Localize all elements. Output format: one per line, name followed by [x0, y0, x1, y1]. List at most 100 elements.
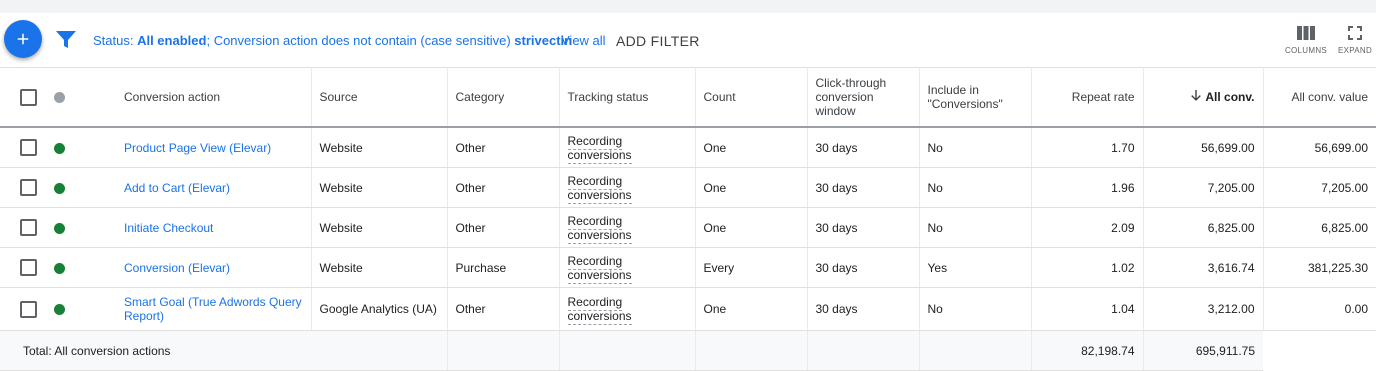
conversion-action-cell: Initiate Checkout: [116, 207, 312, 248]
all-conv-cell: 56,699.00: [1143, 127, 1264, 168]
total-empty-cell: [807, 330, 920, 371]
all-conv-cell: 3,212.00: [1143, 287, 1264, 331]
header-tracking-status[interactable]: Tracking status: [559, 67, 696, 128]
row-select-cell: [0, 207, 46, 248]
header-row: Conversion action Source Category Tracki…: [0, 67, 1376, 128]
tracking-status[interactable]: Recording conversions: [567, 173, 632, 204]
table-row: Add to Cart (Elevar) Website Other Recordin…: [0, 167, 1376, 208]
add-filter-button[interactable]: ADD FILTER: [616, 33, 700, 49]
header-repeat-rate[interactable]: Repeat rate: [1031, 67, 1144, 128]
row-checkbox[interactable]: [20, 219, 37, 236]
include-in-conversions-cell: No: [919, 127, 1032, 168]
row-checkbox[interactable]: [20, 300, 37, 318]
total-empty-cell: [447, 330, 560, 371]
header-all-conv-value[interactable]: All conv. value: [1263, 67, 1376, 128]
repeat-rate-cell: 1.96: [1031, 167, 1144, 208]
tracking-status-cell: Recording conversions: [559, 287, 696, 331]
row-checkbox[interactable]: [20, 179, 37, 196]
all-conv-value-cell: 7,205.00: [1263, 167, 1376, 208]
filter-status-value: All enabled: [137, 33, 207, 48]
source-cell: Website: [311, 247, 448, 288]
conversion-action-cell: Add to Cart (Elevar): [116, 167, 312, 208]
header-conversion-action[interactable]: Conversion action: [116, 67, 312, 128]
status-enabled-dot[interactable]: [54, 222, 65, 234]
add-conversion-button[interactable]: [4, 20, 42, 58]
tracking-status[interactable]: Recording conversions: [567, 133, 632, 164]
header-count[interactable]: Count: [695, 67, 808, 128]
toolbar: Status: All enabled; Conversion action d…: [0, 13, 1376, 67]
total-empty-cell: [559, 330, 696, 371]
click-through-window-cell: 30 days: [807, 247, 920, 288]
conversion-action-link[interactable]: Add to Cart (Elevar): [124, 181, 230, 195]
total-all-conv-value: 695,911.75: [1143, 330, 1263, 371]
conversion-action-link[interactable]: Conversion (Elevar): [124, 261, 230, 275]
tracking-status[interactable]: Recording conversions: [567, 253, 632, 284]
click-through-window-cell: 30 days: [807, 207, 920, 248]
row-status-cell: [46, 167, 116, 208]
header-all-conv-label: All conv.: [1205, 89, 1255, 104]
total-empty-cell: [311, 330, 448, 371]
active-filters[interactable]: Status: All enabled; Conversion action d…: [93, 33, 572, 48]
row-checkbox[interactable]: [20, 139, 37, 156]
all-conv-value-cell: 0.00: [1263, 287, 1376, 331]
status-enabled-dot[interactable]: [54, 262, 65, 274]
tracking-status[interactable]: Recording conversions: [567, 213, 632, 244]
filter-separator: ;: [206, 33, 211, 48]
conversion-action-link[interactable]: Product Page View (Elevar): [124, 141, 271, 155]
include-in-conversions-cell: No: [919, 167, 1032, 208]
header-category[interactable]: Category: [447, 67, 560, 128]
total-empty-cell: [695, 330, 808, 371]
conversion-action-link[interactable]: Smart Goal (True Adwords Query Report): [124, 295, 302, 323]
category-cell: Other: [447, 207, 560, 248]
click-through-window-cell: 30 days: [807, 167, 920, 208]
conversion-action-cell: Smart Goal (True Adwords Query Report): [116, 287, 312, 331]
tracking-status-cell: Recording conversions: [559, 167, 696, 208]
count-cell: Every: [695, 247, 808, 288]
status-enabled-dot[interactable]: [54, 142, 65, 154]
header-all-conv[interactable]: All conv.: [1143, 67, 1264, 128]
row-status-cell: [46, 287, 116, 331]
repeat-rate-cell: 2.09: [1031, 207, 1144, 248]
filter-icon[interactable]: [56, 31, 76, 49]
row-checkbox[interactable]: [20, 259, 37, 276]
source-cell: Website: [311, 167, 448, 208]
table-row: Smart Goal (True Adwords Query Report) Go…: [0, 287, 1376, 331]
include-in-conversions-cell: No: [919, 207, 1032, 248]
columns-label: COLUMNS: [1284, 46, 1328, 55]
category-cell: Purchase: [447, 247, 560, 288]
count-cell: One: [695, 207, 808, 248]
repeat-rate-cell: 1.70: [1031, 127, 1144, 168]
expand-label: EXPAND: [1337, 46, 1373, 55]
tracking-status-cell: Recording conversions: [559, 247, 696, 288]
conversion-action-cell: Conversion (Elevar): [116, 247, 312, 288]
tracking-status[interactable]: Recording conversions: [567, 295, 632, 325]
tracking-status-cell: Recording conversions: [559, 127, 696, 168]
arrow-down-icon: [1191, 90, 1202, 104]
expand-button[interactable]: EXPAND: [1330, 26, 1376, 55]
expand-icon: [1348, 26, 1362, 40]
all-conv-cell: 6,825.00: [1143, 207, 1264, 248]
click-through-window-cell: 30 days: [807, 127, 920, 168]
include-in-conversions-cell: No: [919, 287, 1032, 331]
header-include-in-conversions[interactable]: Include in "Conversions": [919, 67, 1032, 128]
all-conv-cell: 3,616.74: [1143, 247, 1264, 288]
category-cell: Other: [447, 127, 560, 168]
click-through-window-cell: 30 days: [807, 287, 920, 331]
count-cell: One: [695, 127, 808, 168]
row-select-cell: [0, 167, 46, 208]
status-enabled-dot[interactable]: [54, 304, 65, 316]
view-all-link[interactable]: View all: [561, 33, 606, 48]
row-select-cell: [0, 287, 46, 331]
status-enabled-dot[interactable]: [54, 182, 65, 194]
select-all-checkbox[interactable]: [20, 88, 37, 106]
columns-button[interactable]: COLUMNS: [1281, 26, 1331, 55]
all-conv-value-cell: 381,225.30: [1263, 247, 1376, 288]
conversion-action-link[interactable]: Initiate Checkout: [124, 221, 213, 235]
header-source[interactable]: Source: [311, 67, 448, 128]
status-header-dot[interactable]: [54, 92, 65, 104]
count-cell: One: [695, 167, 808, 208]
repeat-rate-cell: 1.02: [1031, 247, 1144, 288]
table-row: Initiate Checkout Website Other Recording c…: [0, 207, 1376, 248]
total-row: Total: All conversion actions 82,198.74 69…: [0, 330, 1376, 371]
header-click-through-window[interactable]: Click-through conversion window: [807, 67, 920, 128]
